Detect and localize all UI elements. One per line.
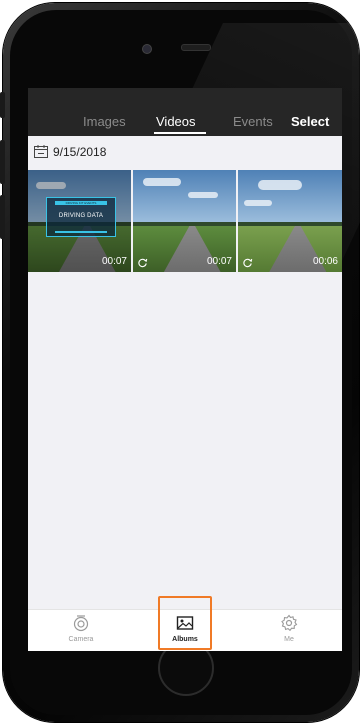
- thumbnail-sky: [238, 170, 342, 225]
- video-thumbnail[interactable]: 00:06: [238, 170, 342, 272]
- active-tab-indicator: [154, 132, 206, 134]
- tab-events[interactable]: Events: [233, 114, 273, 129]
- earpiece-speaker: [181, 44, 211, 51]
- rotate-icon: [243, 258, 253, 268]
- calendar-icon: [34, 145, 48, 158]
- top-tab-bar: Images Videos Events Select: [28, 88, 342, 136]
- nav-me-label: Me: [284, 636, 294, 643]
- nav-camera[interactable]: Camera: [41, 610, 121, 651]
- video-duration: 00:07: [206, 256, 232, 267]
- card-text: DRIVING DATA: [58, 213, 104, 219]
- camera-icon: [73, 615, 89, 632]
- date-label: 9/15/2018: [53, 145, 107, 159]
- app-screen: Images Videos Events Select 9/15/2018 DR…: [28, 88, 342, 651]
- volume-down-button: [0, 195, 5, 239]
- video-thumbnail[interactable]: DRIVING KIT EVENTS DRIVING DATA 00:07: [28, 170, 131, 272]
- nav-me[interactable]: Me: [249, 610, 329, 651]
- select-button[interactable]: Select: [291, 114, 329, 129]
- tab-images[interactable]: Images: [83, 114, 126, 129]
- tab-videos[interactable]: Videos: [156, 114, 196, 129]
- date-header: 9/15/2018: [28, 140, 342, 164]
- cloud: [244, 200, 272, 206]
- front-camera: [142, 44, 152, 54]
- video-grid: DRIVING KIT EVENTS DRIVING DATA 00:07 00…: [28, 170, 342, 272]
- gear-icon: [281, 614, 298, 632]
- cloud: [143, 178, 181, 186]
- volume-up-button: [0, 140, 5, 184]
- video-thumbnail[interactable]: 00:07: [133, 170, 236, 272]
- video-duration: 00:06: [312, 256, 338, 267]
- cloud: [258, 180, 302, 190]
- card-footer-bar: [55, 231, 107, 233]
- albums-highlight-box: [158, 596, 212, 650]
- video-duration: 00:07: [101, 256, 127, 267]
- driving-data-card: DRIVING KIT EVENTS DRIVING DATA: [46, 197, 116, 237]
- nav-camera-label: Camera: [68, 636, 94, 643]
- card-title: DRIVING KIT EVENTS: [65, 201, 97, 205]
- cloud: [188, 192, 218, 198]
- mute-switch: [0, 92, 5, 118]
- rotate-icon: [138, 258, 148, 268]
